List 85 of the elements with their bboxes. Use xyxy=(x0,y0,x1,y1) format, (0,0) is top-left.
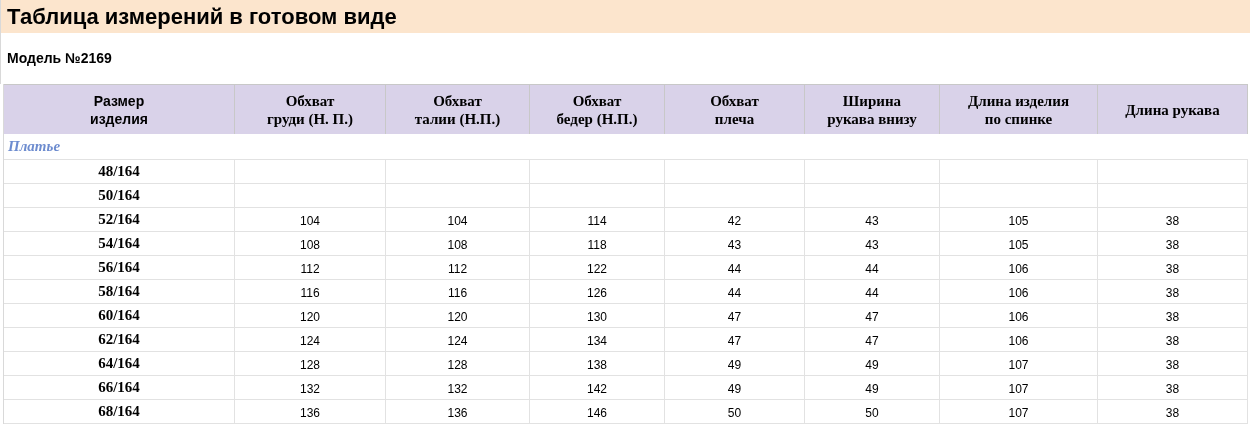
table-cell: 44 xyxy=(805,280,940,304)
table-cell: 136 xyxy=(386,400,530,424)
table-cell: 134 xyxy=(530,328,665,352)
table-cell: 44 xyxy=(805,256,940,280)
table-cell: 43 xyxy=(805,232,940,256)
table-cell: 108 xyxy=(235,232,386,256)
size-label: 62/164 xyxy=(98,330,140,350)
table-cell: 104 xyxy=(235,208,386,232)
table-cell: 49 xyxy=(805,352,940,376)
table-cell: 50 xyxy=(805,400,940,424)
table-cell: 128 xyxy=(386,352,530,376)
section-label: Платье xyxy=(8,137,61,157)
table-cell: 44 xyxy=(665,280,805,304)
size-label: 58/164 xyxy=(98,282,140,302)
table-cell: 108 xyxy=(386,232,530,256)
column-header: Размер изделия xyxy=(89,91,149,128)
table-cell: 126 xyxy=(530,280,665,304)
table-cell: 47 xyxy=(665,304,805,328)
size-label: 52/164 xyxy=(98,210,140,230)
table-cell: 105 xyxy=(940,232,1098,256)
table-cell: 106 xyxy=(940,304,1098,328)
column-header: Обхват груди (Н. П.) xyxy=(265,91,355,128)
table-cell: 146 xyxy=(530,400,665,424)
table-cell: 47 xyxy=(665,328,805,352)
table-cell: 38 xyxy=(1098,376,1248,400)
table-cell: 47 xyxy=(805,304,940,328)
table-cell: 107 xyxy=(940,400,1098,424)
table-cell: 47 xyxy=(805,328,940,352)
table-cell: 122 xyxy=(530,256,665,280)
table-cell: 49 xyxy=(805,376,940,400)
table-cell: 138 xyxy=(530,352,665,376)
table-cell: 43 xyxy=(805,208,940,232)
table-cell: 106 xyxy=(940,280,1098,304)
table-cell: 42 xyxy=(665,208,805,232)
table-cell: 38 xyxy=(1098,232,1248,256)
table-cell: 107 xyxy=(940,376,1098,400)
table-cell: 124 xyxy=(386,328,530,352)
table-cell: 130 xyxy=(530,304,665,328)
table-cell: 38 xyxy=(1098,400,1248,424)
table-cell: 107 xyxy=(940,352,1098,376)
table-cell: 142 xyxy=(530,376,665,400)
table-cell: 38 xyxy=(1098,208,1248,232)
column-header: Обхват плеча xyxy=(709,91,760,128)
table-cell: 49 xyxy=(665,376,805,400)
column-header: Длина рукава xyxy=(1124,100,1221,119)
table-cell: 116 xyxy=(386,280,530,304)
size-label: 48/164 xyxy=(98,162,140,182)
table-cell: 38 xyxy=(1098,352,1248,376)
size-label: 68/164 xyxy=(98,402,140,422)
table-cell: 128 xyxy=(235,352,386,376)
size-label: 64/164 xyxy=(98,354,140,374)
table-cell: 44 xyxy=(665,256,805,280)
size-label: 56/164 xyxy=(98,258,140,278)
table-cell: 124 xyxy=(235,328,386,352)
table-cell: 106 xyxy=(940,328,1098,352)
table-cell: 116 xyxy=(235,280,386,304)
column-header: Обхват бедер (Н.П.) xyxy=(555,91,639,128)
column-header: Обхват талии (Н.П.) xyxy=(413,91,502,128)
table-cell: 105 xyxy=(940,208,1098,232)
table-cell: 38 xyxy=(1098,328,1248,352)
table-cell: 118 xyxy=(530,232,665,256)
table-cell: 38 xyxy=(1098,256,1248,280)
model-number: Модель №2169 xyxy=(7,49,112,68)
size-label: 50/164 xyxy=(98,186,140,206)
table-cell: 114 xyxy=(530,208,665,232)
table-cell: 49 xyxy=(665,352,805,376)
table-cell: 43 xyxy=(665,232,805,256)
column-header: Ширина рукава внизу xyxy=(826,91,918,128)
table-cell: 132 xyxy=(235,376,386,400)
table-cell: 132 xyxy=(386,376,530,400)
column-header: Длина изделия по спинке xyxy=(966,91,1071,128)
table-cell: 120 xyxy=(386,304,530,328)
table-cell: 112 xyxy=(235,256,386,280)
size-label: 66/164 xyxy=(98,378,140,398)
size-label: 54/164 xyxy=(98,234,140,254)
size-label: 60/164 xyxy=(98,306,140,326)
table-cell: 50 xyxy=(665,400,805,424)
page-title: Таблица измерений в готовом виде xyxy=(7,5,397,28)
table-cell: 104 xyxy=(386,208,530,232)
table-cell: 136 xyxy=(235,400,386,424)
table-cell: 38 xyxy=(1098,304,1248,328)
table-cell: 38 xyxy=(1098,280,1248,304)
table-cell: 120 xyxy=(235,304,386,328)
table-cell: 112 xyxy=(386,256,530,280)
table-cell: 106 xyxy=(940,256,1098,280)
